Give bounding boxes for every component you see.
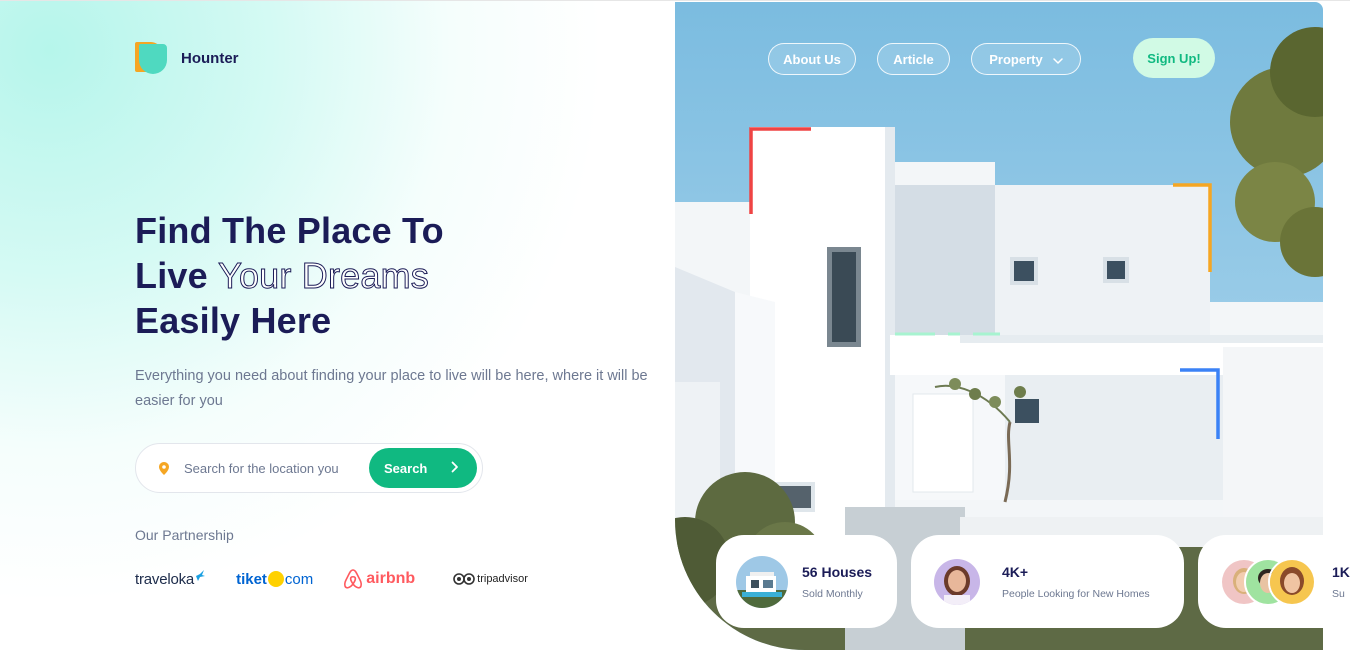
nav-about-us-label: About Us bbox=[783, 51, 841, 67]
stat-label: Su bbox=[1332, 587, 1345, 600]
avatar-stack bbox=[1220, 557, 1318, 606]
search-button-label: Search bbox=[384, 460, 428, 476]
stat-text: 56 Houses Sold Monthly bbox=[802, 564, 872, 600]
sign-up-button[interactable]: Sign Up! bbox=[1133, 38, 1215, 78]
chevron-right-icon bbox=[451, 461, 459, 476]
stat-label: Sold Monthly bbox=[802, 587, 863, 600]
hero-title-line3: Easily Here bbox=[135, 300, 332, 341]
stat-value: 56 Houses bbox=[802, 563, 873, 580]
airbnb-belo-icon bbox=[344, 569, 363, 589]
partner-airbnb-text: airbnb bbox=[366, 570, 416, 587]
dot-icon bbox=[267, 571, 284, 587]
partner-logos: traveloka tiket com airbnb tripadvisor bbox=[135, 568, 528, 590]
avatar bbox=[1268, 557, 1316, 606]
partner-traveloka-logo: traveloka bbox=[135, 569, 206, 588]
location-pin-icon bbox=[158, 461, 170, 475]
stat-text: 4K+ People Looking for New Homes bbox=[1002, 564, 1150, 600]
logo-icon bbox=[135, 42, 167, 74]
brand-logo[interactable]: Hounter bbox=[135, 42, 239, 74]
stat-value: 4K+ bbox=[1002, 563, 1029, 580]
top-divider bbox=[0, 0, 1350, 1]
stat-card-people-looking: 4K+ People Looking for New Homes bbox=[911, 535, 1184, 628]
partnership-label: Our Partnership bbox=[135, 527, 234, 543]
stat-card-houses-sold: 56 Houses Sold Monthly bbox=[716, 535, 897, 628]
stat-card-partial: 1K Su bbox=[1198, 535, 1350, 628]
partner-tripadvisor-text: tripadvisor bbox=[477, 573, 528, 585]
search-button[interactable]: Search bbox=[369, 448, 477, 488]
hero-subtitle: Everything you need about finding your p… bbox=[135, 368, 648, 409]
stat-value: 1K bbox=[1332, 563, 1350, 580]
owl-icon bbox=[453, 573, 475, 585]
house-thumbnail bbox=[736, 555, 788, 608]
nav-property-label: Property bbox=[989, 51, 1043, 67]
location-search-bar: Search bbox=[135, 443, 483, 493]
partner-airbnb-logo: airbnb bbox=[343, 568, 415, 590]
hero-title-line2-solid: Live bbox=[135, 255, 208, 296]
partner-tripadvisor-logo: tripadvisor bbox=[453, 573, 528, 585]
nav-article-label: Article bbox=[893, 51, 934, 67]
partner-tiket-logo: tiket com bbox=[236, 571, 313, 588]
partner-tiket-text: tiket bbox=[236, 570, 267, 588]
landing-page: Hounter Find The Place To Live Your Drea… bbox=[0, 0, 1350, 650]
stat-label: People Looking for New Homes bbox=[1002, 587, 1150, 600]
person-avatar bbox=[934, 558, 980, 605]
brand-name: Hounter bbox=[181, 49, 239, 67]
hero-title-line1: Find The Place To bbox=[135, 210, 444, 251]
location-search-input[interactable] bbox=[184, 460, 360, 476]
partner-tiket-com-text: com bbox=[284, 570, 314, 588]
bird-icon bbox=[196, 569, 206, 581]
partner-traveloka-text: traveloka bbox=[135, 570, 195, 588]
nav-article[interactable]: Article bbox=[877, 43, 950, 75]
chevron-down-icon bbox=[1052, 52, 1063, 67]
nav-property-dropdown[interactable]: Property bbox=[971, 43, 1081, 75]
nav-about-us[interactable]: About Us bbox=[768, 43, 856, 75]
hero-title: Find The Place To Live Your Dreams Easil… bbox=[135, 208, 444, 343]
stat-text: 1K Su bbox=[1332, 564, 1350, 600]
hero-title-line2-outline: Your Dreams bbox=[218, 255, 430, 297]
